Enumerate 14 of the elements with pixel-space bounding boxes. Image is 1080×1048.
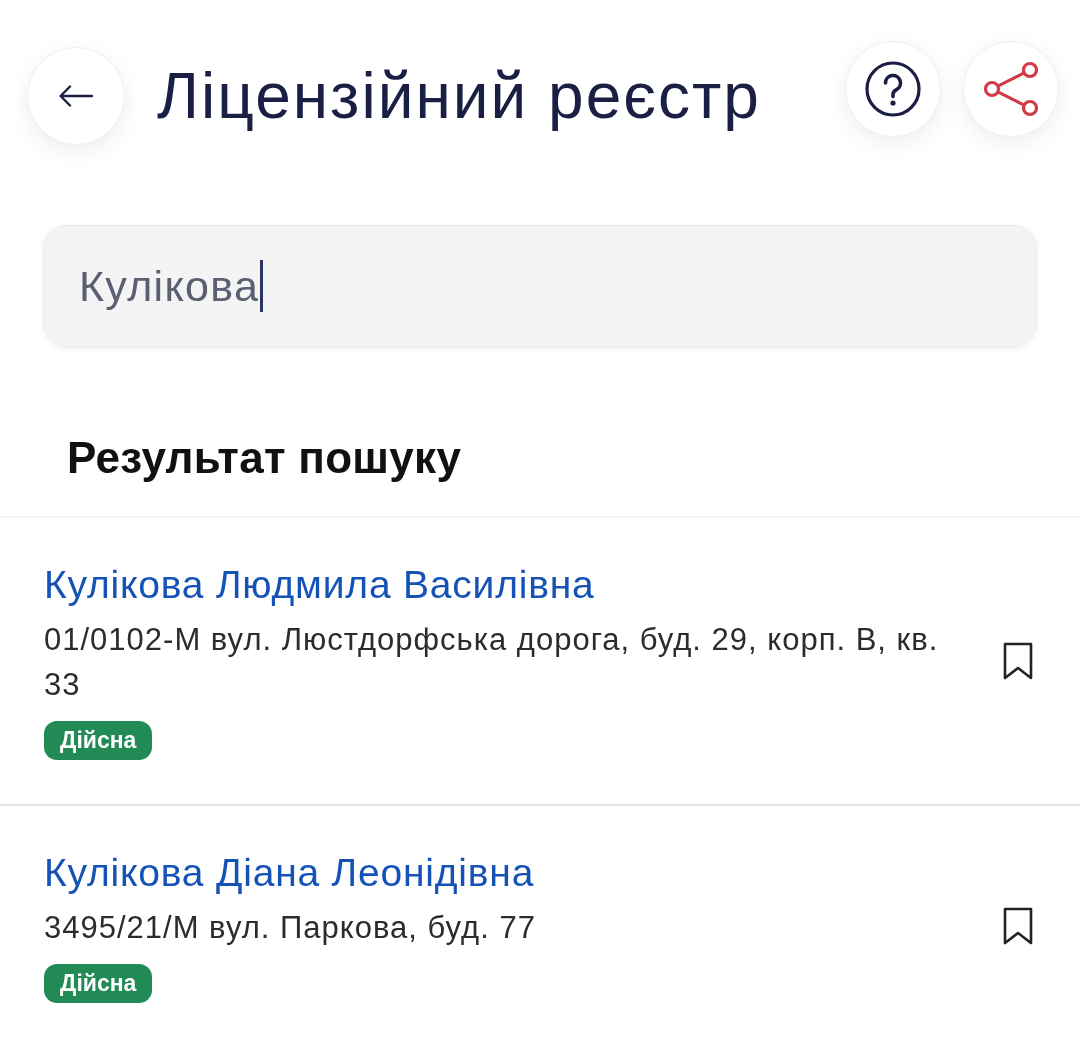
license-details: 01/0102-М вул. Люстдорфська дорога, буд. 29, корп. В, кв. 33 <box>44 621 940 704</box>
section-title: Результат пошуку <box>67 433 462 483</box>
result-name-link[interactable]: Кулікова Людмила Василівна <box>44 561 595 609</box>
license-details: 3495/21/М вул. Паркова, буд. 77 <box>44 909 536 947</box>
status-badge: Дійсна <box>44 721 153 760</box>
bookmark-icon[interactable] <box>1003 907 1033 945</box>
result-name-link[interactable]: Кулікова Діана Леонідівна <box>44 849 535 897</box>
search-field[interactable]: Кулікова <box>43 225 1037 347</box>
share-icon <box>982 61 1040 117</box>
status-badge: Дійсна <box>44 964 153 1003</box>
page-title: Ліцензійний реєстр <box>157 59 761 134</box>
back-arrow-icon <box>59 85 93 107</box>
bookmark-icon[interactable] <box>1003 641 1033 680</box>
help-icon <box>865 61 921 117</box>
